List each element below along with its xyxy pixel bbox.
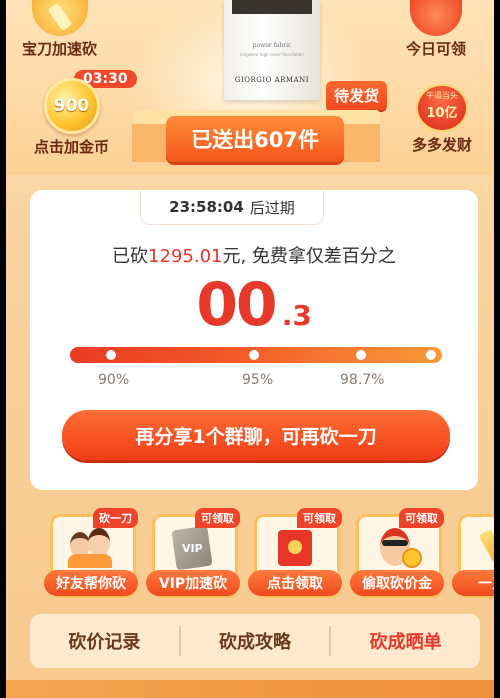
golden-knife-icon [31,0,88,36]
tab-success-showcase[interactable]: 砍成晒单 [331,628,480,654]
task-tag: 可领取 [399,508,444,528]
product-line2: longwear high cover foundation [240,52,304,57]
task-label: 点击领取 [248,570,342,596]
task-row: 砍一刀 好友帮你砍 VIP 可领取 VIP加速砍 可领取 点击领取 可领取 偷取… [42,508,494,600]
red-packet-icon: 牛逼当头 10亿 [416,84,468,132]
product-brand: GIORGIO ARMANI [234,76,310,84]
vip-card-icon: VIP [170,525,216,571]
task-steal[interactable]: 可领取 偷取砍价金 [350,508,444,598]
add-coins-label: 点击加金币 [34,138,110,156]
add-coins-button[interactable]: 900 点击加金币 [34,78,109,157]
task-tag: 可领取 [195,508,240,528]
progress-dot-end [426,350,436,360]
remaining-percent: 00.3 [30,270,478,340]
task-tag: 砍一刀 [93,508,138,528]
product-image[interactable]: power fabric longwear high cover foundat… [224,0,320,100]
get-rich-label: 多多发财 [412,136,473,154]
product-line1: power fabric [252,42,292,49]
sent-count-bar: 已送出607件 [166,116,344,162]
header-banner: 宝刀加速砍 03:30 900 点击加金币 power fabric longw… [6,0,494,175]
cut-amount: 1295.01 [148,246,223,267]
red-packet-small-text: 牛逼当头 [426,91,458,100]
task-label: 好友帮你砍 [44,570,138,596]
pedestal-right [340,124,380,162]
progress-dot-98 [356,350,366,360]
pending-shipment-badge: 待发货 [326,81,388,110]
footer-strip [6,680,494,698]
gift-bag-icon [410,0,462,36]
tab-success-guide[interactable]: 砍成攻略 [181,628,330,654]
progress-dot-95 [249,350,259,360]
cut-prefix: 已砍 [112,246,149,267]
coin-icon: 900 [43,78,100,134]
tick-98-7: 98.7% [340,372,385,388]
get-rich-button[interactable]: 牛逼当头 10亿 多多发财 [412,84,472,155]
progress-bar [70,347,442,363]
percent-small: .3 [281,299,312,332]
speed-cut-label: 宝刀加速砍 [22,40,98,58]
bottom-tabs: 砍价记录 砍成攻略 砍成晒单 [30,614,480,668]
task-friends-help[interactable]: 砍一刀 好友帮你砍 [44,508,138,598]
task-label: 偷取砍价金 [350,570,444,596]
daily-claim-label: 今日可领 [406,40,467,58]
thief-icon [374,526,422,568]
cut-summary: 已砍1295.01元, 免费拿仅差百分之 [30,242,478,268]
red-envelope-icon [272,526,318,566]
task-one-cut[interactable]: 一刀砍 [452,508,494,598]
expire-time: 23:58:04 [169,198,244,216]
percent-big: 00 [196,270,277,340]
daily-claim-button[interactable]: 今日可领 [406,0,466,59]
task-claim[interactable]: 可领取 点击领取 [248,508,342,598]
task-label: 一刀砍 [452,570,494,596]
friends-icon [68,526,114,568]
tab-bargain-record[interactable]: 砍价记录 [30,628,179,654]
cut-suffix: 元, 免费拿仅差百分之 [222,246,396,267]
screen: 宝刀加速砍 03:30 900 点击加金币 power fabric longw… [6,0,494,698]
tick-90: 90% [98,372,130,388]
knife-icon [476,526,494,566]
red-packet-amount: 10亿 [426,106,458,121]
task-label: VIP加速砍 [146,570,240,596]
progress-dot-90 [106,350,116,360]
speed-cut-button[interactable]: 宝刀加速砍 [22,0,97,59]
share-group-button[interactable]: 再分享1个群聊，可再砍一刀 [62,410,450,460]
expire-suffix: 后过期 [249,198,295,217]
task-tag: 可领取 [297,508,342,528]
task-vip-speed[interactable]: VIP 可领取 VIP加速砍 [146,508,240,598]
expire-countdown: 23:58:04 后过期 [140,190,324,225]
phone-frame: 宝刀加速砍 03:30 900 点击加金币 power fabric longw… [0,0,500,698]
tick-95: 95% [242,372,274,388]
product-cap [232,0,312,14]
